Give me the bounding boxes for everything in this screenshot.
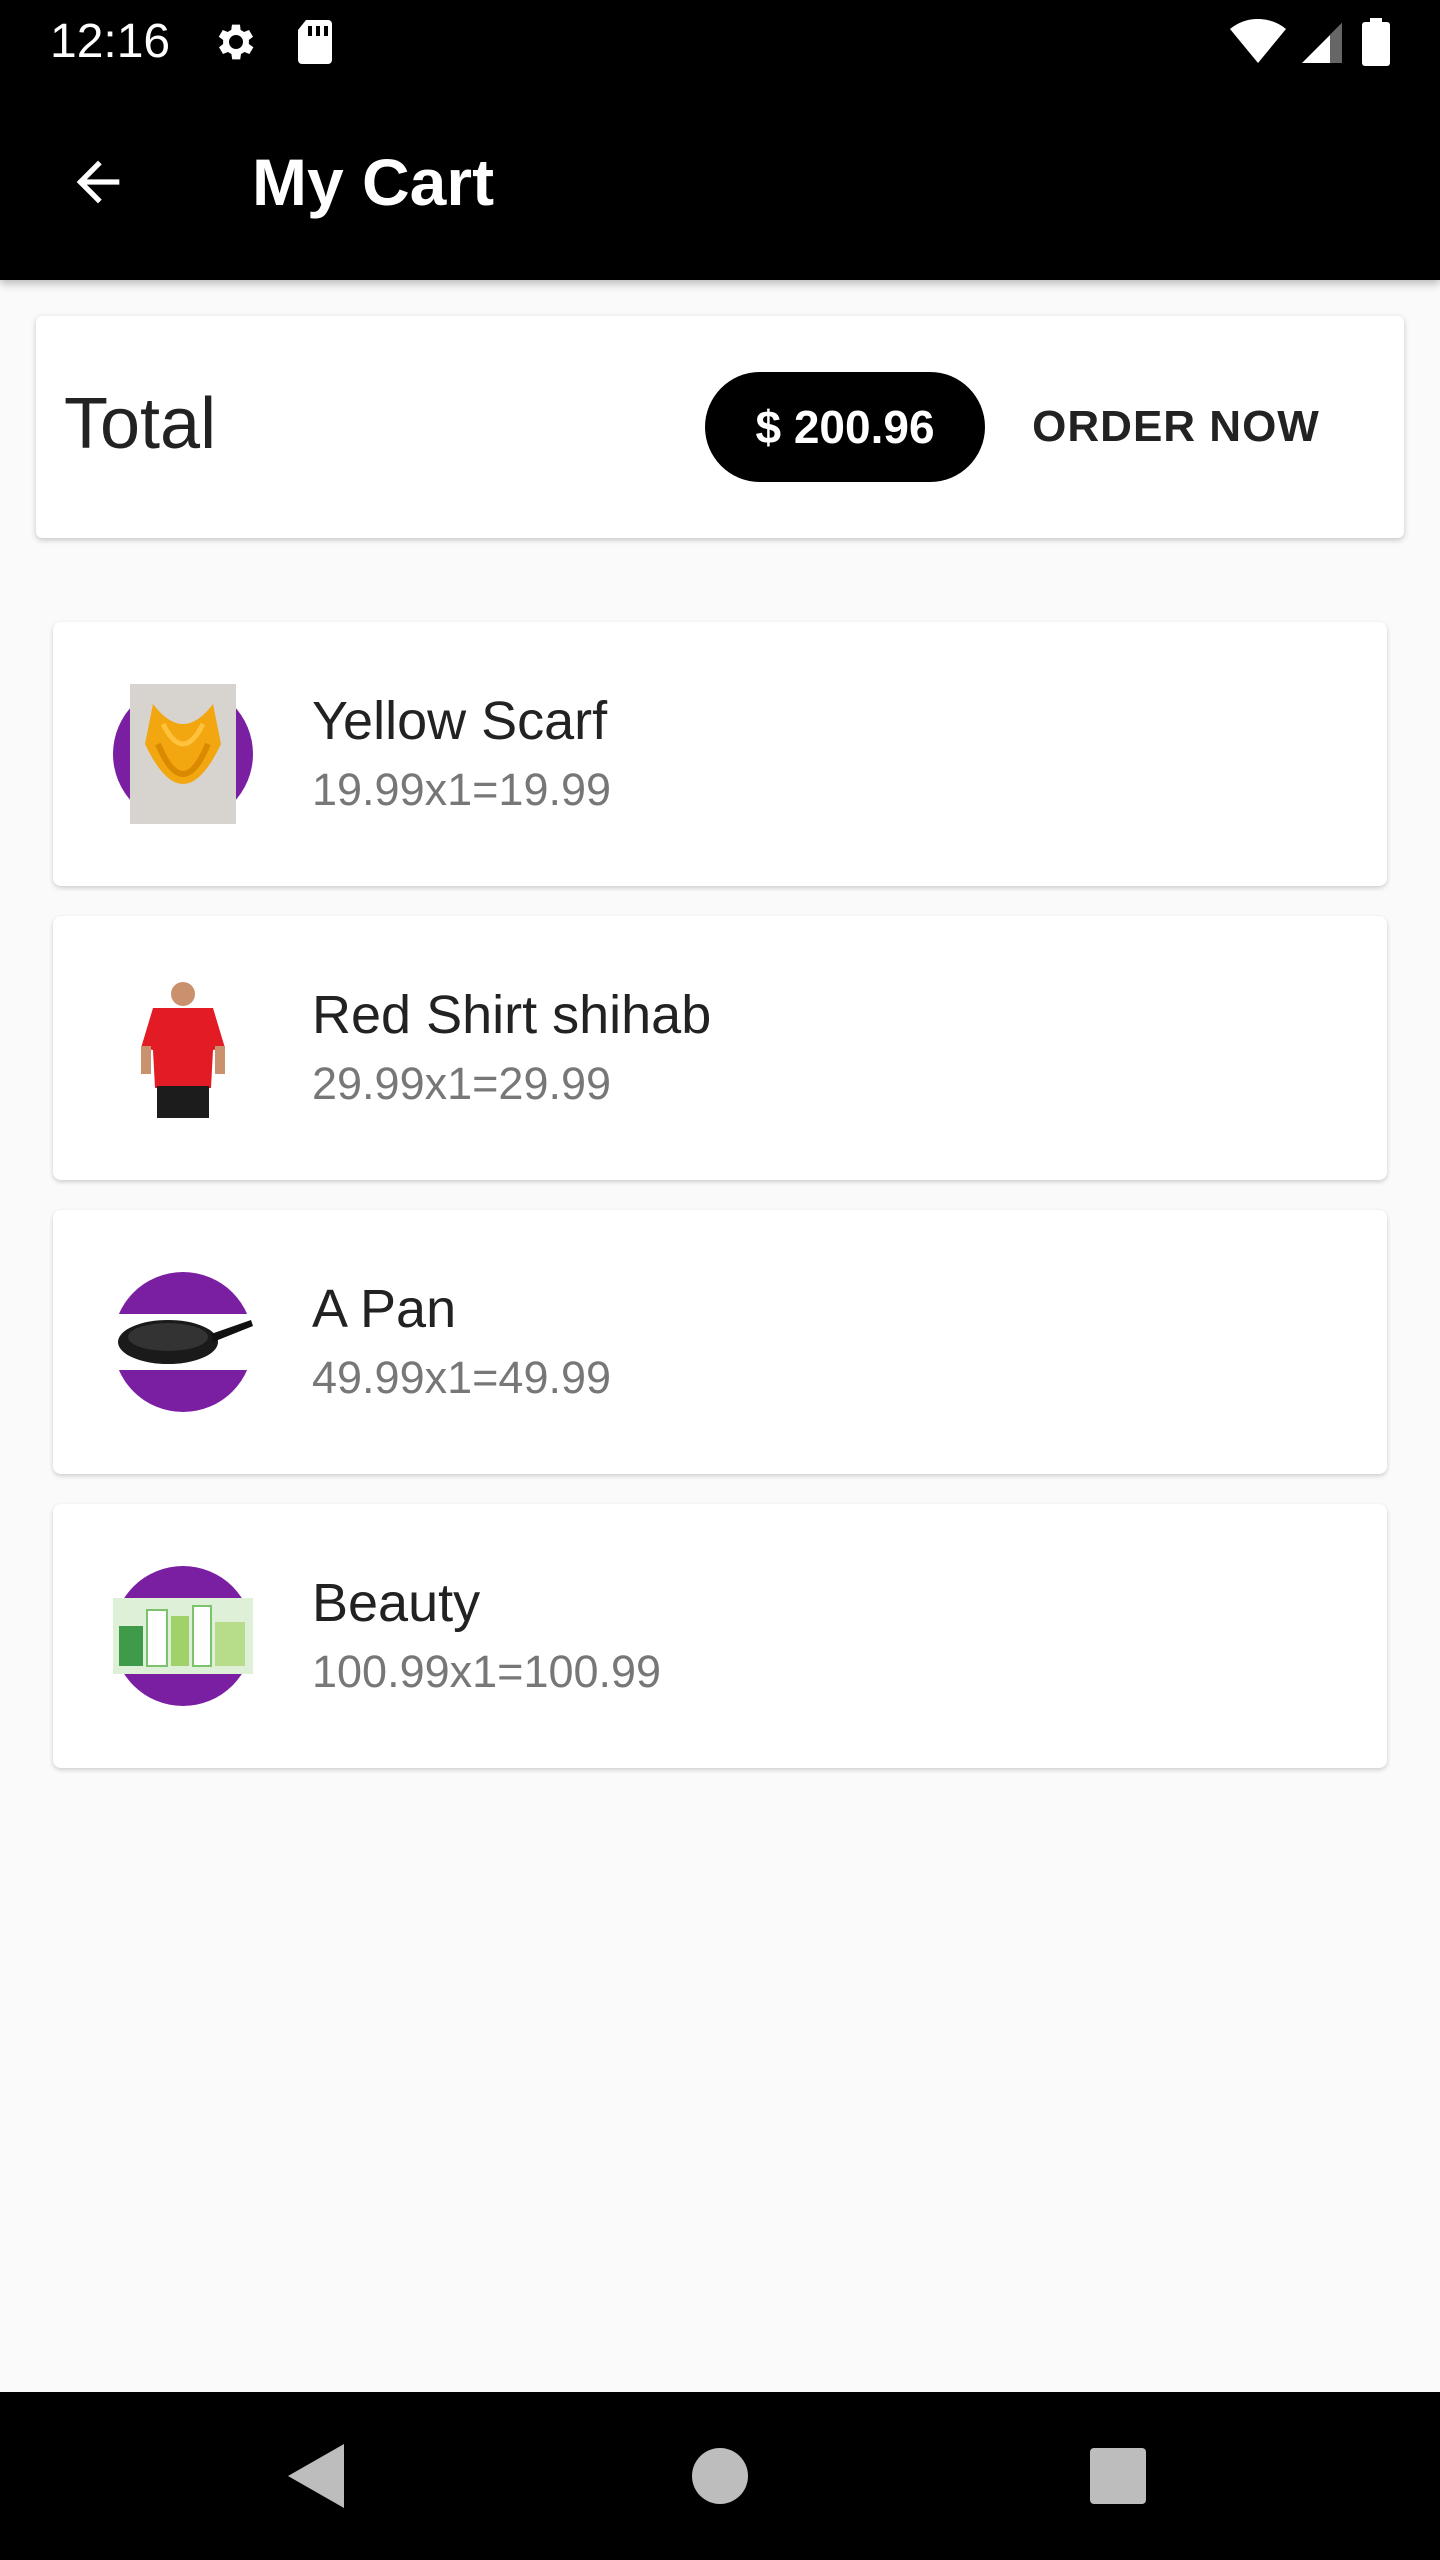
cart-item-beauty[interactable]: Beauty 100.99x1=100.99 <box>53 1504 1387 1768</box>
item-price-detail: 49.99x1=49.99 <box>312 1352 612 1403</box>
battery-icon <box>1362 18 1390 71</box>
arrow-left-icon <box>76 160 120 204</box>
item-title: Red Shirt shihab <box>312 985 712 1045</box>
status-bar: 12:16 <box>0 0 1440 84</box>
total-card: Total $ 200.96 ORDER NOW <box>36 316 1404 538</box>
cart-item-red-shirt[interactable]: Red Shirt shihab 29.99x1=29.99 <box>53 916 1387 1180</box>
pan-image <box>113 1272 253 1412</box>
yellow-scarf-image <box>113 684 253 824</box>
back-triangle-icon <box>288 2444 344 2508</box>
recents-square-icon <box>1090 2448 1146 2504</box>
sd-card-icon <box>294 18 336 71</box>
back-button[interactable] <box>54 138 142 226</box>
system-nav-bar <box>0 2392 1440 2560</box>
nav-home-button[interactable] <box>682 2438 758 2514</box>
wifi-icon <box>1230 18 1286 70</box>
app-bar: My Cart <box>0 84 1440 280</box>
total-amount-chip: $ 200.96 <box>705 372 985 482</box>
cart-item-pan[interactable]: A Pan 49.99x1=49.99 <box>53 1210 1387 1474</box>
red-shirt-image <box>113 978 253 1118</box>
item-price-detail: 19.99x1=19.99 <box>312 764 612 815</box>
beauty-products-image <box>113 1566 253 1706</box>
cart-item-yellow-scarf[interactable]: Yellow Scarf 19.99x1=19.99 <box>53 622 1387 886</box>
order-now-button[interactable]: ORDER NOW <box>1026 372 1326 482</box>
item-price-detail: 29.99x1=29.99 <box>312 1058 612 1109</box>
gear-icon <box>212 18 260 71</box>
nav-back-button[interactable] <box>280 2438 356 2514</box>
item-title: Yellow Scarf <box>312 691 608 751</box>
status-time: 12:16 <box>50 15 171 68</box>
total-label: Total <box>64 384 217 464</box>
home-circle-icon <box>692 2448 748 2504</box>
item-title: Beauty <box>312 1573 481 1633</box>
nav-recents-button[interactable] <box>1080 2438 1156 2514</box>
signal-icon <box>1302 19 1346 70</box>
item-title: A Pan <box>312 1279 457 1339</box>
item-price-detail: 100.99x1=100.99 <box>312 1646 662 1697</box>
page-title: My Cart <box>252 145 495 219</box>
